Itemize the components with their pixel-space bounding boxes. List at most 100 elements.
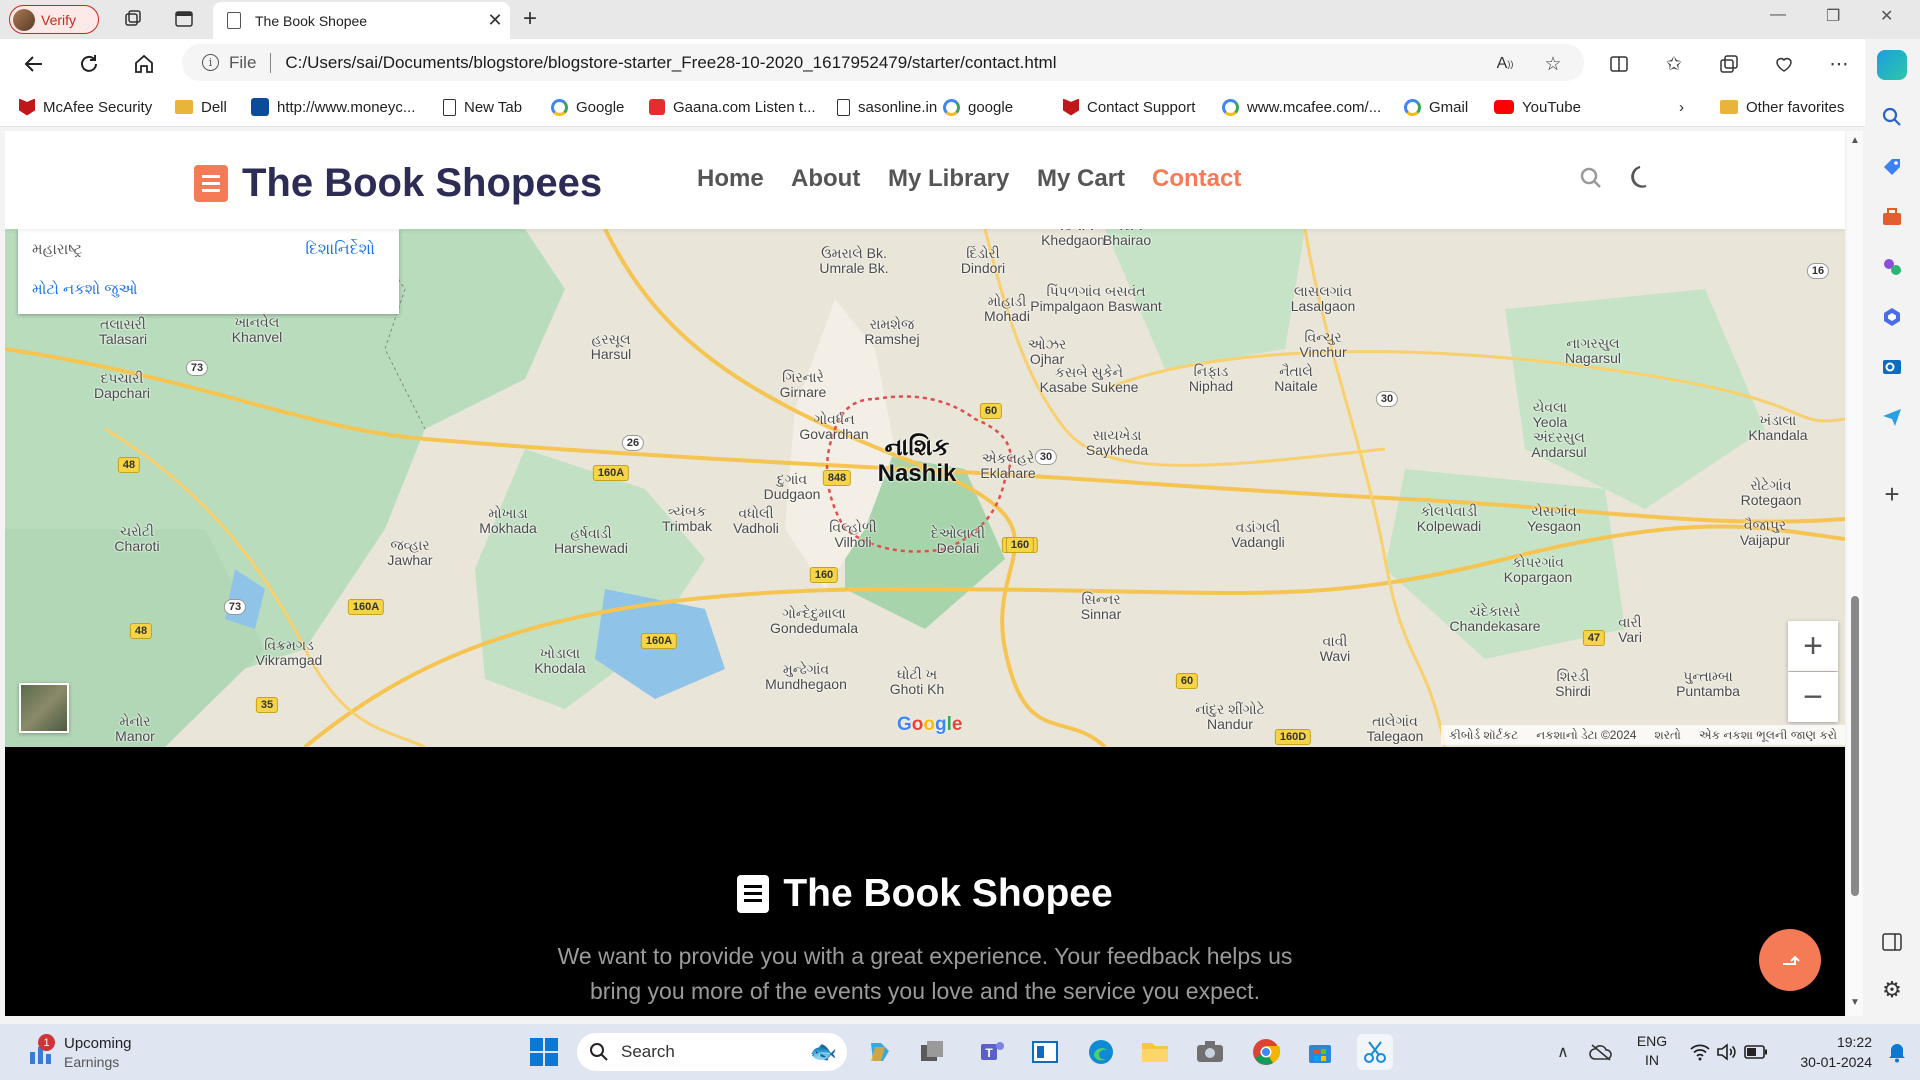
map-place-label[interactable]: ભૈરાવBhairao [1103, 229, 1151, 248]
favorite-item[interactable]: McAfee Security [19, 96, 152, 118]
map-place-label[interactable]: તાલેગાંવ Talegaon [1367, 714, 1424, 744]
favorite-item[interactable]: Dell [175, 96, 227, 118]
microsoft-365-icon[interactable] [1877, 302, 1907, 332]
map-place-label[interactable]: એકલહરે Eklahare [980, 451, 1035, 481]
info-icon[interactable]: i [202, 54, 219, 71]
nav-contact[interactable]: Contact [1152, 165, 1241, 193]
map-place-label[interactable]: ત્ર્યંબક Trimbak [662, 504, 712, 534]
favorite-item[interactable]: Contact Support [1063, 96, 1195, 118]
favorites-overflow-icon[interactable]: › [1679, 96, 1684, 118]
map-place-label[interactable]: નાશિક Nashik [878, 435, 957, 487]
map-place-label[interactable]: દિંડોરી Dindori [961, 246, 1005, 276]
view-larger-map-link[interactable]: મોટો નકશો જુઓ [32, 281, 138, 298]
map-place-label[interactable]: રોટેગાંવ Rotegaon [1741, 478, 1802, 508]
map-place-label[interactable]: વિલ્હોળી Vilholi [829, 520, 877, 550]
map-place-label[interactable]: વધોલી Vadholi [733, 506, 779, 536]
new-tab-icon[interactable]: + [523, 5, 537, 33]
satellite-toggle[interactable] [19, 683, 69, 733]
camera-icon[interactable] [1192, 1034, 1228, 1070]
workspaces-icon[interactable] [119, 6, 147, 32]
map-place-label[interactable]: સાયખેડા Saykheda [1086, 428, 1148, 458]
onedrive-offline-icon[interactable] [1583, 1034, 1619, 1070]
snipping-tool-icon[interactable] [1357, 1034, 1393, 1070]
map-place-label[interactable]: ઘોટી ખ Ghoti Kh [890, 667, 944, 697]
restore-icon[interactable]: ❐ [1826, 6, 1840, 26]
report-error-link[interactable]: એક નકશા ભૂલની જાણ કરો [1699, 728, 1837, 743]
add-sidebar-app-icon[interactable]: + [1877, 479, 1907, 509]
clock[interactable]: 19:22 30-01-2024 [1782, 1032, 1872, 1072]
vertical-tabs-icon[interactable] [170, 6, 198, 32]
microsoft-store-icon[interactable] [1302, 1034, 1338, 1070]
map-place-label[interactable]: વિક્રમગડ Vikramgad [256, 638, 323, 668]
map-place-label[interactable]: વૈજાપુર Vaijapur [1740, 518, 1790, 548]
map-place-label[interactable]: તલાસરી Talasari [99, 317, 147, 347]
start-windows-icon[interactable] [526, 1034, 562, 1070]
settings-gear-icon[interactable]: ⚙ [1877, 975, 1907, 1005]
favorite-item[interactable]: Google [551, 96, 624, 118]
map-place-label[interactable]: યેવલા Yeola [1533, 400, 1568, 430]
outlook-icon[interactable] [1877, 352, 1907, 382]
map-place-label[interactable]: દેઓલાલી Deolali [931, 526, 985, 556]
search-icon[interactable] [1578, 165, 1604, 196]
taskbar-search[interactable]: Search 🐟 [577, 1033, 847, 1071]
tools-briefcase-icon[interactable] [1877, 202, 1907, 232]
favorite-item[interactable]: google [943, 96, 1013, 118]
map-place-label[interactable]: ખેડગાંવKhedgaon [1041, 229, 1105, 248]
map-place-label[interactable]: ચંદેકાસરે Chandekasare [1449, 604, 1540, 634]
profile-button[interactable]: Verify [9, 5, 99, 34]
scrollbar-thumb[interactable] [1851, 596, 1859, 896]
news-app-icon[interactable] [1027, 1034, 1063, 1070]
map-place-label[interactable]: ગોવર્ધન Govardhan [799, 412, 868, 442]
favorite-item[interactable]: New Tab [443, 96, 522, 118]
task-view-icon[interactable] [915, 1034, 951, 1070]
map-place-label[interactable]: અંદરસુલ Andarsul [1531, 430, 1586, 460]
google-map[interactable]: તલાસરી Talasari ખાનવેલ Khanvel દપચારી Dapchar… [5, 229, 1845, 747]
keyboard-shortcuts-link[interactable]: કીબોર્ડ શૉર્ટકટ [1449, 728, 1518, 743]
map-place-label[interactable]: કસબે સુકેને Kasabe Sukene [1040, 365, 1139, 395]
map-place-label[interactable]: હર્ષવાડી Harshewadi [554, 526, 628, 556]
map-place-label[interactable]: ચરોટી Charoti [114, 524, 159, 554]
shopping-tag-icon[interactable] [1877, 152, 1907, 182]
map-place-label[interactable]: પિંપળગાંવ બસવંત Pimpalgaon Baswant [1030, 284, 1162, 314]
show-hidden-icons-chevron-icon[interactable]: ∧ [1545, 1034, 1581, 1070]
favorite-item[interactable]: Gaana.com Listen t... [649, 96, 816, 118]
map-place-label[interactable]: મોહાડી Mohadi [984, 294, 1030, 324]
zoom-out-button[interactable]: − [1788, 672, 1838, 722]
favorite-item[interactable]: http://www.moneyc... [251, 96, 415, 118]
widgets-button[interactable]: 1 Upcoming Earnings [26, 1034, 146, 1072]
close-tab-icon[interactable]: ✕ [480, 10, 510, 31]
map-place-label[interactable]: નિફાડ Niphad [1189, 364, 1233, 394]
map-place-label[interactable]: ગોન્દેદુમાલા Gondedumala [770, 606, 858, 636]
dark-mode-moon-icon[interactable] [1626, 162, 1656, 197]
map-place-label[interactable]: ઓઝર Ojhar [1028, 337, 1066, 367]
games-icon[interactable] [1877, 252, 1907, 282]
address-bar[interactable]: i File C:/Users/sai/Documents/blogstore/… [182, 44, 1584, 81]
map-place-label[interactable]: કોપરગાંવ Kopargaon [1504, 555, 1573, 585]
map-place-label[interactable]: ખંડાલા Khandala [1748, 413, 1807, 443]
collections-icon[interactable] [1717, 52, 1741, 76]
map-place-label[interactable]: હરસૂલ Harsul [591, 332, 631, 362]
tab-active[interactable]: The Book Shopee ✕ [213, 2, 510, 39]
site-logo[interactable]: The Book Shopees [194, 161, 602, 206]
notification-bell-icon[interactable] [1879, 1034, 1915, 1070]
language-indicator[interactable]: ENG IN [1635, 1032, 1669, 1070]
map-place-label[interactable]: મુન્ઢેગાંવ Mundhegaon [765, 662, 847, 692]
map-place-label[interactable]: રામશેજ Ramshej [864, 317, 919, 347]
minimize-icon[interactable]: — [1770, 6, 1786, 24]
map-place-label[interactable]: દુગાંવ Dudgaon [764, 472, 821, 502]
file-explorer-icon[interactable] [1137, 1034, 1173, 1070]
map-place-label[interactable]: ખોડાલા Khodala [534, 646, 585, 676]
url-text[interactable]: C:/Users/sai/Documents/blogstore/blogsto… [285, 53, 1056, 73]
favorites-icon[interactable]: ✩ [1662, 52, 1686, 76]
directions-link[interactable]: દિશાનિર્દેશો [305, 241, 375, 259]
send-icon[interactable] [1877, 402, 1907, 432]
favorite-star-icon[interactable]: ☆ [1541, 52, 1565, 76]
copilot-preview-icon[interactable] [862, 1034, 898, 1070]
nav-my-library[interactable]: My Library [888, 165, 1009, 193]
map-place-label[interactable]: ગિરનારે Girnare [780, 370, 827, 400]
map-place-label[interactable]: સિન્નર Sinnar [1081, 592, 1121, 622]
copilot-icon[interactable] [1877, 50, 1907, 80]
map-place-label[interactable]: નાગરસુલ Nagarsul [1565, 336, 1621, 366]
other-favorites[interactable]: Other favorites [1720, 96, 1844, 118]
map-place-label[interactable]: નૈતાલે Naitale [1274, 364, 1318, 394]
